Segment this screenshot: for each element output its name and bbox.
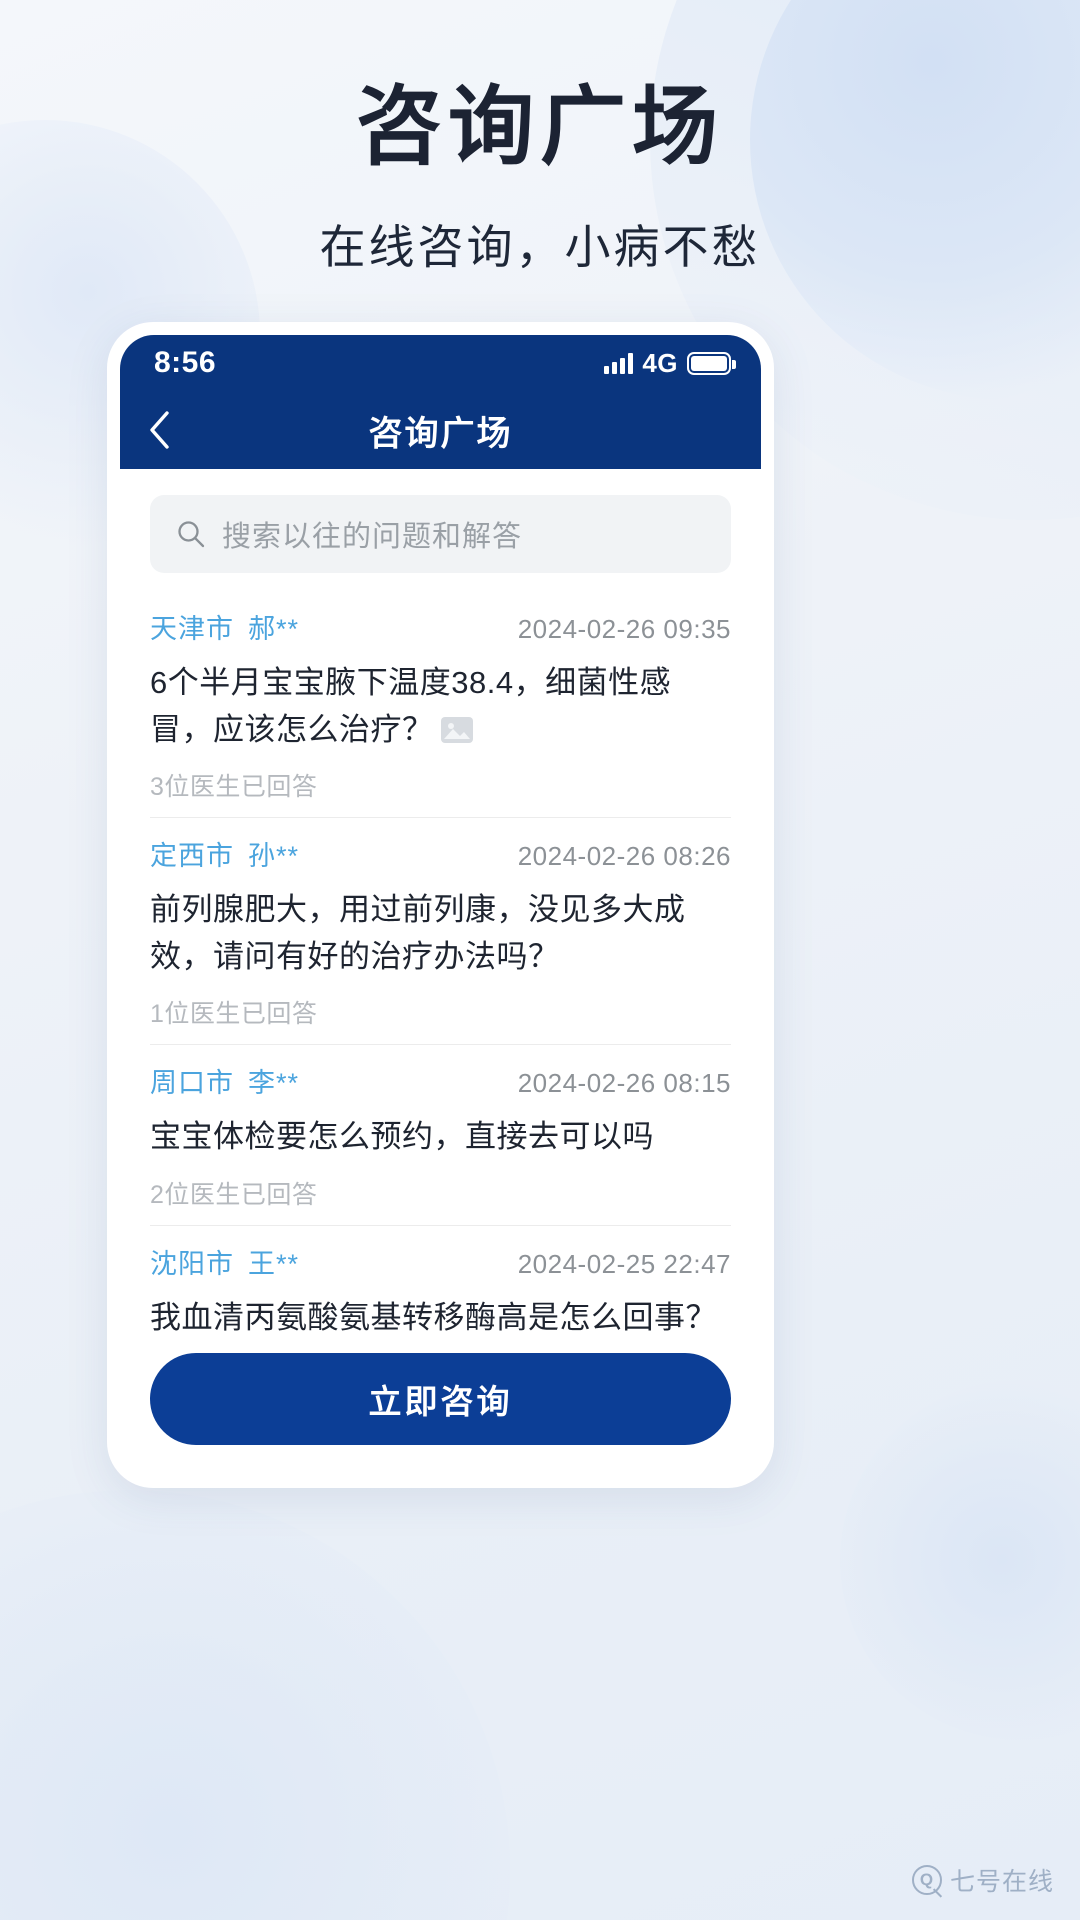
back-button[interactable]	[148, 410, 194, 450]
decor-blob-bottom-right	[840, 1380, 1080, 1740]
list-item-meta: 周口市 李** 2024-02-26 08:15	[150, 1061, 731, 1100]
list-item-name: 李**	[248, 1068, 300, 1098]
list-item-name: 郝**	[248, 614, 300, 644]
list-item-question-text: 6个半月宝宝腋下温度38.4，细菌性感冒，应该怎么治疗？	[150, 665, 672, 747]
app-body: 搜索以往的问题和解答 天津市 郝** 2024-02-26 09:35 6个半月宝…	[120, 469, 761, 1475]
search-section: 搜索以往的问题和解答	[120, 469, 761, 591]
status-bar: 8:56 4G	[120, 335, 761, 391]
list-item-user: 定西市 孙**	[150, 834, 299, 873]
search-input[interactable]: 搜索以往的问题和解答	[150, 495, 731, 573]
cta-section: 立即咨询	[120, 1345, 761, 1475]
list-item-question: 前列腺肥大，用过前列康，没见多大成效，请问有好的治疗办法吗？	[150, 887, 731, 980]
search-circle-icon: Q	[911, 1865, 942, 1895]
list-item-answers: 3位医生已回答	[150, 773, 318, 801]
list-item-date: 2024-02-26 09:35	[517, 614, 731, 644]
decor-blob-bottom-left	[0, 1490, 510, 1920]
list-item-answers: 2位医生已回答	[150, 1180, 318, 1209]
list-item-meta: 天津市 郝** 2024-02-26 09:35	[150, 607, 731, 646]
signal-bars-icon	[604, 352, 634, 374]
list-item-user: 周口市 李**	[150, 1061, 299, 1100]
status-indicators: 4G	[604, 347, 736, 379]
list-item-date: 2024-02-26 08:26	[517, 841, 731, 871]
nav-bar: 咨询广场	[120, 391, 761, 469]
list-item-city: 天津市	[150, 614, 234, 644]
page-background: 咨询广场 在线咨询，小病不愁 8:56 4G 咨询广场 搜索以往的问题和解答 天…	[0, 0, 1080, 1920]
search-icon	[178, 521, 205, 548]
list-item-name: 孙**	[248, 841, 300, 871]
list-item-city: 沈阳市	[150, 1248, 234, 1279]
page-subtitle: 在线咨询，小病不愁	[319, 220, 761, 273]
list-item-question-text: 宝宝体检要怎么预约，直接去可以吗	[150, 1119, 654, 1154]
search-placeholder: 搜索以往的问题和解答	[222, 521, 523, 553]
list-item-city: 周口市	[150, 1068, 234, 1098]
list-item-date: 2024-02-26 08:15	[517, 1068, 731, 1098]
question-list[interactable]: 天津市 郝** 2024-02-26 09:35 6个半月宝宝腋下温度38.4，细…	[120, 591, 761, 1345]
image-attachment-icon	[440, 716, 473, 743]
list-item-question-text: 我血清丙氨酸氨基转移酶高是怎么回事？请问该怎么治疗？	[150, 1299, 717, 1335]
app-header: 8:56 4G 咨询广场	[120, 335, 761, 469]
list-item-city: 定西市	[150, 841, 234, 871]
list-item-question-text: 前列腺肥大，用过前列康，没见多大成效，请问有好的治疗办法吗？	[150, 892, 686, 974]
list-item[interactable]: 天津市 郝** 2024-02-26 09:35 6个半月宝宝腋下温度38.4，细…	[150, 591, 731, 818]
page-title: 咨询广场	[356, 79, 724, 175]
watermark: Q 七号在线	[911, 1862, 1054, 1898]
watermark-text: 七号在线	[949, 1868, 1054, 1896]
list-item-answers: 1位医生已回答	[150, 1000, 318, 1028]
list-item-meta: 定西市 孙** 2024-02-26 08:26	[150, 834, 731, 873]
list-item-user: 沈阳市 王**	[150, 1242, 299, 1281]
list-item-question: 宝宝体检要怎么预约，直接去可以吗	[150, 1114, 731, 1161]
phone-mockup: 8:56 4G 咨询广场 搜索以往的问题和解答 天津市 郝** 2024-02-…	[107, 322, 774, 1488]
phone-screen: 8:56 4G 咨询广场 搜索以往的问题和解答 天津市 郝** 2024-02-…	[120, 335, 761, 1475]
list-item-date: 2024-02-25 22:47	[517, 1248, 731, 1279]
consult-now-button[interactable]: 立即咨询	[150, 1353, 731, 1445]
status-time: 8:56	[154, 346, 217, 379]
list-item-user: 天津市 郝**	[150, 607, 299, 646]
list-item-question: 6个半月宝宝腋下温度38.4，细菌性感冒，应该怎么治疗？	[150, 660, 731, 753]
list-item-question: 我血清丙氨酸氨基转移酶高是怎么回事？请问该怎么治疗？	[150, 1295, 731, 1346]
list-item-meta: 沈阳市 王** 2024-02-25 22:47	[150, 1242, 731, 1281]
battery-full-icon	[687, 351, 736, 375]
list-item[interactable]: 沈阳市 王** 2024-02-25 22:47 我血清丙氨酸氨基转移酶高是怎么回…	[150, 1226, 731, 1346]
list-item[interactable]: 定西市 孙** 2024-02-26 08:26 前列腺肥大，用过前列康，没见多大…	[150, 818, 731, 1045]
chevron-left-icon	[150, 411, 169, 449]
nav-title: 咨询广场	[368, 414, 513, 453]
list-item[interactable]: 周口市 李** 2024-02-26 08:15 宝宝体检要怎么预约，直接去可以吗…	[150, 1045, 731, 1226]
list-item-name: 王**	[248, 1248, 300, 1279]
hero-section: 咨询广场 在线咨询，小病不愁	[0, 0, 1080, 277]
network-type-label: 4G	[642, 347, 678, 378]
